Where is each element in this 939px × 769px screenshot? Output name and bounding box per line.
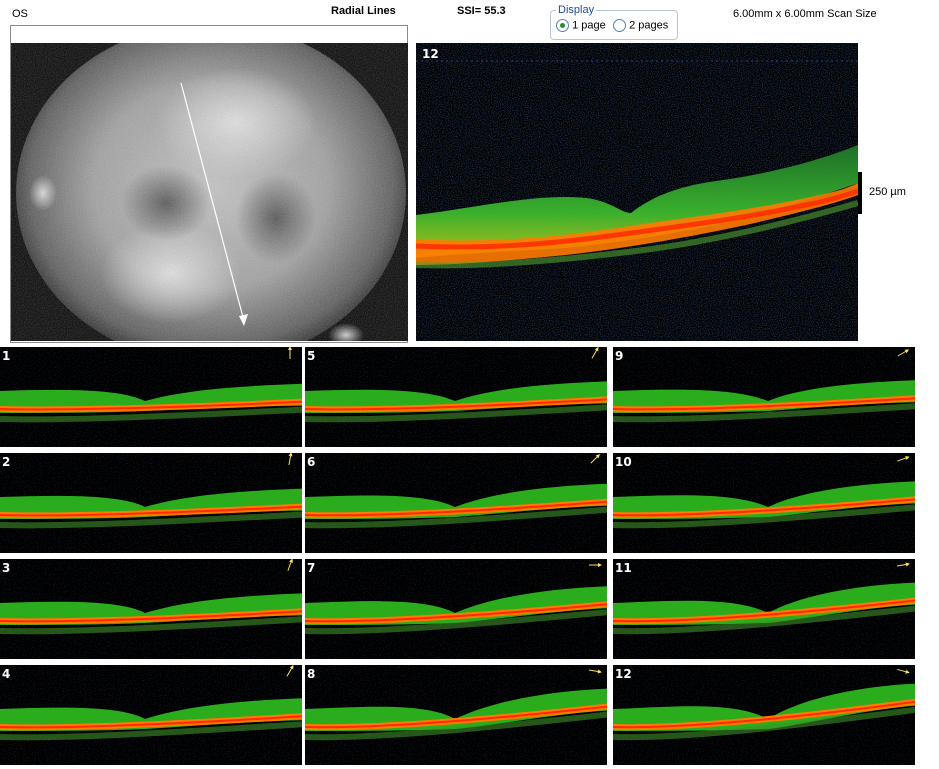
thumbnail-label: 5 [307,349,316,363]
main-scan-label: 12 [422,47,439,61]
thumbnail-label: 7 [307,561,316,575]
oct-thumbnail[interactable]: 8 [305,665,607,765]
scale-bar [858,172,862,214]
oct-thumbnail[interactable]: 5 [305,347,607,447]
thumbnail-label: 6 [307,455,316,469]
radio-2-pages[interactable]: 2 pages [613,19,668,32]
thumbnail-label: 9 [615,349,624,363]
radio-1-page[interactable]: 1 page [556,19,606,32]
scale-bar-label: 250 µm [869,186,906,198]
scan-type-label: Radial Lines [331,5,396,17]
eye-label: OS [12,8,28,20]
main-oct-scan[interactable]: 12 [416,43,858,341]
oct-thumbnail[interactable]: 7 [305,559,607,659]
thumbnail-label: 1 [2,349,11,363]
fundus-image[interactable] [11,43,408,341]
oct-thumbnail[interactable]: 3 [0,559,302,659]
thumbnail-label: 3 [2,561,11,575]
oct-thumbnail[interactable]: 9 [613,347,915,447]
thumbnail-label: 4 [2,667,11,681]
display-legend: Display [556,4,597,16]
oct-thumbnail[interactable]: 11 [613,559,915,659]
thumbnail-label: 2 [2,455,11,469]
thumbnail-label: 12 [615,667,632,681]
oct-thumbnail[interactable]: 12 [613,665,915,765]
oct-thumbnail[interactable]: 2 [0,453,302,553]
thumbnail-label: 8 [307,667,316,681]
oct-thumbnail[interactable]: 1 [0,347,302,447]
oct-thumbnail[interactable]: 10 [613,453,915,553]
ssi-label: SSI= 55.3 [457,5,506,17]
thumbnail-label: 10 [615,455,632,469]
thumbnail-label: 11 [615,561,632,575]
radio-2-pages-label: 2 pages [629,19,669,32]
scan-size-label: 6.00mm x 6.00mm Scan Size [733,8,877,20]
radio-1-page-label: 1 page [572,19,606,32]
oct-thumbnail[interactable]: 6 [305,453,607,553]
radio-2-pages-indicator[interactable] [613,19,626,32]
radio-1-page-indicator[interactable] [556,19,569,32]
oct-thumbnail[interactable]: 4 [0,665,302,765]
